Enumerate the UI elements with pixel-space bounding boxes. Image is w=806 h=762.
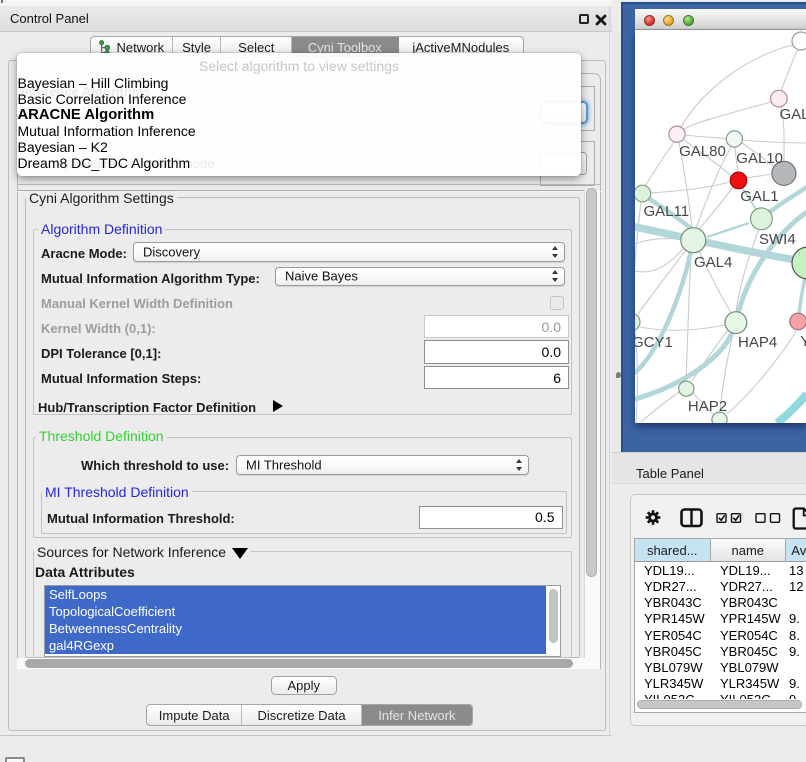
- svg-text:YJ: YJ: [800, 333, 806, 350]
- svg-text:HAP2: HAP2: [688, 398, 727, 415]
- svg-text:GAL10: GAL10: [736, 150, 783, 167]
- svg-text:GAL80: GAL80: [679, 143, 726, 160]
- svg-text:GAL4: GAL4: [694, 254, 732, 271]
- svg-text:GCY1: GCY1: [635, 334, 673, 351]
- svg-text:GAL11: GAL11: [644, 203, 690, 220]
- svg-text:SWI4: SWI4: [759, 231, 796, 248]
- svg-text:HAP4: HAP4: [738, 334, 777, 351]
- svg-text:GAL1: GAL1: [740, 188, 778, 205]
- svg-text:GAL7: GAL7: [780, 106, 806, 123]
